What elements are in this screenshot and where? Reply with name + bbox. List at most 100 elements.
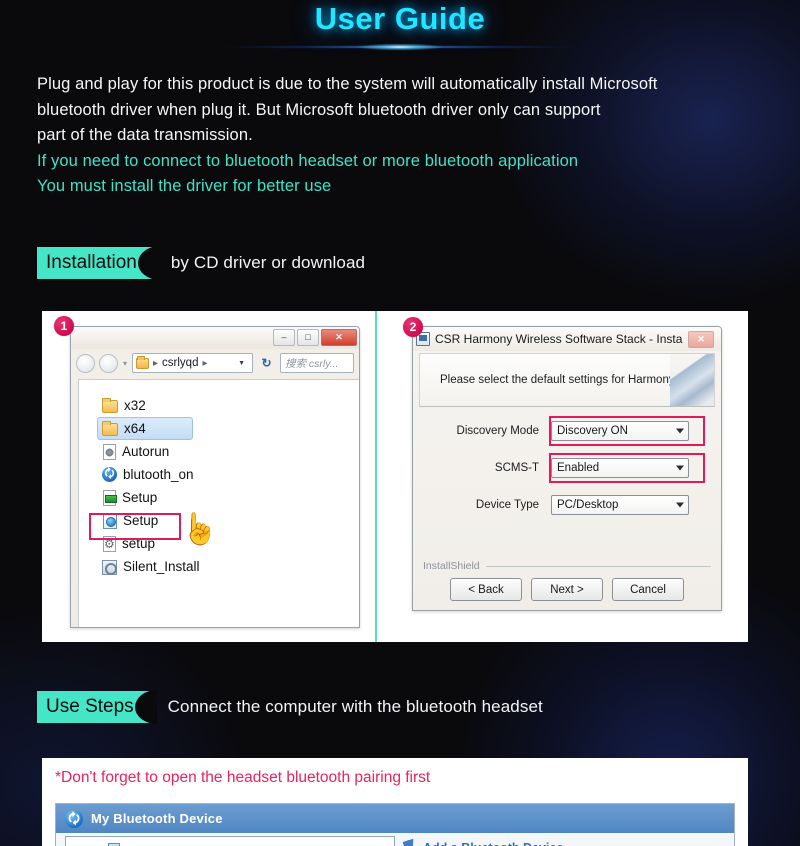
file-name: Autorun <box>122 444 170 459</box>
page-header: User Guide <box>0 1 800 54</box>
installshield-brand-row: InstallShield <box>423 560 711 572</box>
my-bluetooth-device-window: 🗘 My Bluetooth Device Add a Bluetooth De… <box>55 803 735 846</box>
step-badge-2: 2 <box>403 317 423 337</box>
pairing-warning-text: *Don't forget to open the headset blueto… <box>55 769 431 786</box>
file-name: x32 <box>124 398 146 413</box>
title-glow-flare <box>220 40 580 54</box>
hand-pointer-cursor: ☝ <box>181 513 219 546</box>
chevron-down-icon[interactable] <box>676 465 684 471</box>
minimize-icon[interactable]: – <box>273 329 295 346</box>
device-type-select[interactable]: PC/Desktop <box>551 495 689 515</box>
dialog-footer: InstallShield < Back Next > Cancel <box>413 560 721 610</box>
list-item[interactable]: Autorun <box>97 440 193 463</box>
ini-file-icon <box>103 489 117 506</box>
address-input[interactable]: ▸ csrlyqd ▸ ▼ <box>132 353 253 373</box>
discovery-mode-value: Discovery ON <box>557 425 628 437</box>
use-steps-badge: Use Steps <box>37 690 157 724</box>
divider <box>485 565 711 567</box>
list-item-setup-installer[interactable]: Setup <box>97 509 193 532</box>
add-device-action[interactable]: Add a Bluetooth Device <box>402 836 563 846</box>
use-steps-badge-label: Use Steps <box>46 696 134 717</box>
intro-highlight-line-2: You must install the driver for better u… <box>37 177 332 195</box>
history-chevron-icon[interactable]: ▾ <box>123 359 127 368</box>
folder-icon <box>102 398 118 413</box>
config-file-icon <box>103 443 116 460</box>
installation-screenshot-panel: 1 2 – □ ✕ ▾ ▸ csrlyqd ▸ ▼ ↻ 搜索 csrly... <box>42 311 748 642</box>
dialog-settings-form: Discovery Mode Discovery ON SCMS-T Enabl… <box>413 407 721 515</box>
silent-install-icon <box>102 559 117 575</box>
scms-t-label: SCMS-T <box>494 462 539 474</box>
installation-subtitle: by CD driver or download <box>170 253 366 272</box>
field-scms-t: SCMS-T Enabled <box>423 453 711 483</box>
folder-icon <box>136 355 150 369</box>
list-item[interactable]: 🗘 blutooth_on <box>97 463 194 486</box>
chevron-down-icon[interactable] <box>676 428 684 434</box>
bluetooth-window-header: 🗘 My Bluetooth Device <box>56 804 734 833</box>
step-badge-1: 1 <box>54 316 74 336</box>
list-item[interactable]: Silent_Install <box>97 555 215 578</box>
list-item[interactable]: Setup <box>97 486 193 509</box>
dialog-title-bar: CSR Harmony Wireless Software Stack - In… <box>413 327 721 351</box>
search-placeholder: 搜索 csrly... <box>285 357 339 370</box>
installer-package-icon <box>103 512 117 529</box>
explorer-file-list: x32 x64 Autorun 🗘 blutooth_on Setup Setu… <box>78 379 359 627</box>
scms-t-select[interactable]: Enabled <box>551 458 689 478</box>
scms-t-value: Enabled <box>557 462 600 474</box>
breadcrumb-separator-2: ▸ <box>202 357 208 369</box>
maximize-icon[interactable]: □ <box>297 329 319 346</box>
use-steps-screenshot-panel: *Don't forget to open the headset blueto… <box>42 758 748 846</box>
installation-badge: Installation <box>37 246 160 280</box>
folder-icon <box>102 421 118 436</box>
use-steps-section-heading: Use Steps Connect the computer with the … <box>37 690 543 724</box>
installshield-dialog: CSR Harmony Wireless Software Stack - In… <box>412 326 722 611</box>
breadcrumb-path: csrlyqd <box>162 357 199 369</box>
panel-divider <box>375 311 377 642</box>
banner-artwork <box>670 354 714 406</box>
device-list-box[interactable] <box>65 836 395 846</box>
close-icon[interactable]: ✕ <box>688 330 714 348</box>
back-icon[interactable] <box>76 353 95 373</box>
intro-highlight-line-1: If you need to connect to bluetooth head… <box>37 151 579 170</box>
installation-section-heading: Installation by CD driver or download <box>37 246 366 280</box>
mouse-cursor-icon <box>402 838 419 846</box>
refresh-icon[interactable]: ↻ <box>257 356 276 370</box>
use-steps-subtitle: Connect the computer with the bluetooth … <box>167 697 543 716</box>
dialog-title: CSR Harmony Wireless Software Stack - In… <box>435 332 683 346</box>
file-name: Setup <box>122 490 158 505</box>
device-type-value: PC/Desktop <box>557 499 619 511</box>
list-item[interactable]: x64 <box>97 417 193 440</box>
back-button[interactable]: < Back <box>450 578 522 601</box>
file-name: blutooth_on <box>123 467 194 482</box>
gear-file-icon <box>103 535 116 552</box>
explorer-title-bar: – □ ✕ <box>71 327 359 349</box>
windows-explorer-window: – □ ✕ ▾ ▸ csrlyqd ▸ ▼ ↻ 搜索 csrly... x32 … <box>70 326 360 628</box>
cancel-button[interactable]: Cancel <box>612 578 684 601</box>
discovery-mode-label: Discovery Mode <box>456 425 539 437</box>
intro-line-1: Plug and play for this product is due to… <box>37 75 658 93</box>
intro-paragraph: Plug and play for this product is due to… <box>37 72 767 200</box>
explorer-address-bar: ▾ ▸ csrlyqd ▸ ▼ ↻ 搜索 csrly... <box>71 349 359 377</box>
bluetooth-window-body: Add a Bluetooth Device <box>56 833 734 846</box>
close-icon[interactable]: ✕ <box>321 329 357 346</box>
chevron-down-icon[interactable] <box>676 502 684 508</box>
field-device-type: Device Type PC/Desktop <box>423 495 711 515</box>
search-input[interactable]: 搜索 csrly... <box>280 353 354 373</box>
intro-line-3: part of the data transmission. <box>37 126 253 144</box>
list-item[interactable]: x32 <box>97 394 193 417</box>
installshield-label: InstallShield <box>423 560 480 572</box>
installation-badge-label: Installation <box>46 252 137 273</box>
discovery-mode-select[interactable]: Discovery ON <box>551 421 689 441</box>
add-device-label: Add a Bluetooth Device <box>423 841 563 846</box>
list-item[interactable]: setup <box>97 532 193 555</box>
bluetooth-window-title: My Bluetooth Device <box>91 811 223 826</box>
dialog-buttons: < Back Next > Cancel <box>423 578 711 601</box>
next-button[interactable]: Next > <box>531 578 603 601</box>
page-title: User Guide <box>314 1 486 36</box>
file-name: setup <box>122 536 156 551</box>
forward-icon[interactable] <box>99 353 118 373</box>
breadcrumb-separator-1: ▸ <box>153 357 159 369</box>
file-name: Setup <box>123 513 159 528</box>
device-type-label: Device Type <box>475 499 539 511</box>
file-name: Silent_Install <box>123 559 200 574</box>
chevron-down-icon[interactable]: ▼ <box>234 360 249 367</box>
